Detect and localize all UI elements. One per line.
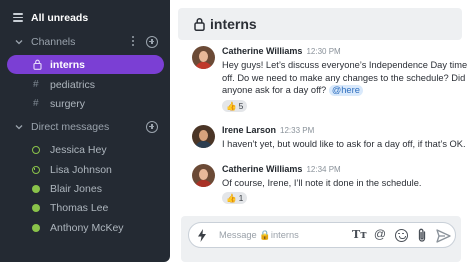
channels-section-label: Channels [31,36,76,48]
all-unreads-item[interactable]: All unreads [0,8,170,28]
sidebar-item-label: Thomas Lee [50,202,109,214]
thumbs-up-icon: 👍 [226,101,237,111]
status-busy-icon [32,166,40,174]
lock-icon [33,59,42,70]
lock-icon [194,17,205,31]
sidebar-item-surgery[interactable]: # surgery [0,94,170,113]
status-online-icon [32,204,40,212]
channel-title: interns [210,16,257,32]
author-name: Catherine Williams [222,164,303,174]
lightning-icon[interactable] [197,229,207,242]
avatar[interactable] [192,164,215,187]
status-away-icon [32,146,40,154]
author-name: Catherine Williams [222,46,303,56]
message-text: Of course, Irene, I’ll note it done in t… [222,178,422,188]
direct-messages-section-header[interactable]: Direct messages [0,117,170,137]
status-online-icon [32,224,40,232]
hash-icon: # [33,98,39,109]
sidebar-item-jessica-hey[interactable]: Jessica Hey [0,140,170,160]
sidebar-item-lisa-johnson[interactable]: Lisa Johnson [0,160,170,180]
message-author[interactable]: Irene Larson 12:33 PM [222,125,314,135]
sidebar-item-label: Blair Jones [50,183,102,195]
sidebar-item-label: interns [50,58,86,71]
thumbs-up-icon: 👍 [226,193,237,203]
sidebar-item-anthony-mckey[interactable]: Anthony McKey [0,218,170,238]
add-channel-button[interactable] [146,36,158,48]
message-placeholder: Message 🔒interns [219,230,299,240]
status-online-icon [32,185,40,193]
message-input[interactable]: Message 🔒interns Tт @ [188,222,456,248]
avatar[interactable] [192,46,215,69]
sidebar-item-interns[interactable]: interns [7,55,164,74]
message-author[interactable]: Catherine Williams 12:34 PM [222,164,341,174]
composer-area: Message 🔒interns Tт @ [181,216,461,262]
sidebar-item-blair-jones[interactable]: Blair Jones [0,179,170,199]
message-text: I haven’t yet, but would like to ask for… [222,139,466,149]
conversation-pane: interns Catherine Williams 12:30 PM Hey g… [178,0,474,268]
more-options-icon[interactable] [131,36,135,48]
message-time: 12:30 PM [306,47,341,56]
chevron-down-icon[interactable] [14,122,24,132]
author-name: Irene Larson [222,125,277,135]
reaction-count: 1 [238,193,244,203]
sidebar-item-thomas-lee[interactable]: Thomas Lee [0,198,170,218]
text-format-icon[interactable]: Tт [352,228,367,243]
message-body: I haven’t yet, but would like to ask for… [222,138,470,151]
sidebar: All unreads Channels interns # pediatric… [0,0,170,262]
mention-here[interactable]: @here [328,85,363,96]
sidebar-item-label: Jessica Hey [50,144,107,156]
message-body: Of course, Irene, I’ll note it done in t… [222,177,470,190]
emoji-icon[interactable] [395,229,408,242]
message-body: Hey guys! Let’s discuss everyone’s Indep… [222,59,470,97]
hash-icon: # [33,79,39,90]
chevron-down-icon[interactable] [14,37,24,47]
send-icon[interactable] [436,229,451,243]
channel-header: interns [178,8,462,40]
avatar[interactable] [192,125,215,148]
reaction-badge[interactable]: 👍 5 [222,100,248,112]
list-icon [13,13,23,22]
message-author[interactable]: Catherine Williams 12:30 PM [222,46,341,56]
paperclip-icon[interactable] [416,228,428,243]
message-time: 12:34 PM [306,165,341,174]
sidebar-item-label: surgery [50,97,86,110]
sidebar-item-pediatrics[interactable]: # pediatrics [0,75,170,94]
reaction-badge[interactable]: 👍 1 [222,192,248,204]
channels-section-header[interactable]: Channels [0,32,170,52]
sidebar-item-label: pediatrics [50,78,95,91]
direct-messages-section-label: Direct messages [31,121,110,133]
all-unreads-label: All unreads [31,12,89,24]
message-time: 12:33 PM [280,126,315,135]
add-direct-message-button[interactable] [146,121,158,133]
sidebar-item-label: Anthony McKey [50,222,124,234]
reaction-count: 5 [238,101,244,111]
mention-icon[interactable]: @ [373,227,387,242]
sidebar-item-label: Lisa Johnson [50,164,112,176]
